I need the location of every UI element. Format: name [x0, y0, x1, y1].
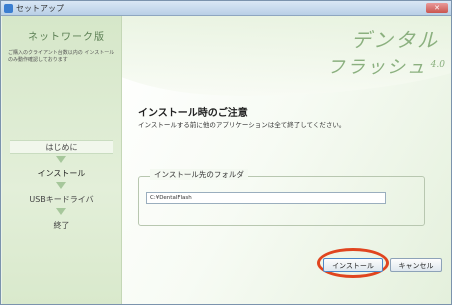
step-arrow-icon: [56, 156, 66, 164]
setup-window: セットアップ ✕ ネットワーク版 ご購入のクライアント台数以内の インストールの…: [0, 0, 452, 305]
product-logo: デンタル フラッシュ 4.0: [327, 24, 445, 79]
install-button[interactable]: インストール: [323, 258, 383, 272]
step-arrow-icon: [56, 208, 66, 216]
edition-note: ご購入のクライアント台数以内の インストールのみ動作確認しております: [8, 50, 115, 63]
logo-line2: フラッシュ: [327, 57, 427, 78]
main-panel: デンタル フラッシュ 4.0 インストール時のご注意 インストールする前に他のア…: [122, 16, 451, 304]
title-bar[interactable]: セットアップ ✕: [1, 1, 451, 16]
window-title: セットアップ: [16, 4, 64, 13]
page-heading: インストール時のご注意: [138, 108, 248, 119]
logo-version: 4.0: [430, 60, 445, 70]
app-icon: [4, 4, 13, 13]
edition-label: ネットワーク版: [28, 32, 105, 43]
step-start: はじめに: [45, 143, 78, 152]
step-finish: 終了: [53, 221, 70, 230]
cancel-button[interactable]: キャンセル: [390, 258, 442, 272]
page-instructions: インストールする前に他のアプリケーションは全て終了してください。: [138, 121, 346, 129]
step-install: インストール: [37, 169, 86, 178]
close-button[interactable]: ✕: [426, 3, 448, 13]
sidebar: ネットワーク版 ご購入のクライアント台数以内の インストールのみ動作確認しており…: [2, 16, 122, 304]
step-usb-driver: USBキードライバ: [29, 195, 94, 204]
step-arrow-icon: [56, 182, 66, 190]
install-folder-input[interactable]: [146, 192, 386, 204]
logo-line1: デンタル: [351, 28, 439, 52]
install-folder-label: インストール先のフォルダ: [150, 169, 248, 180]
